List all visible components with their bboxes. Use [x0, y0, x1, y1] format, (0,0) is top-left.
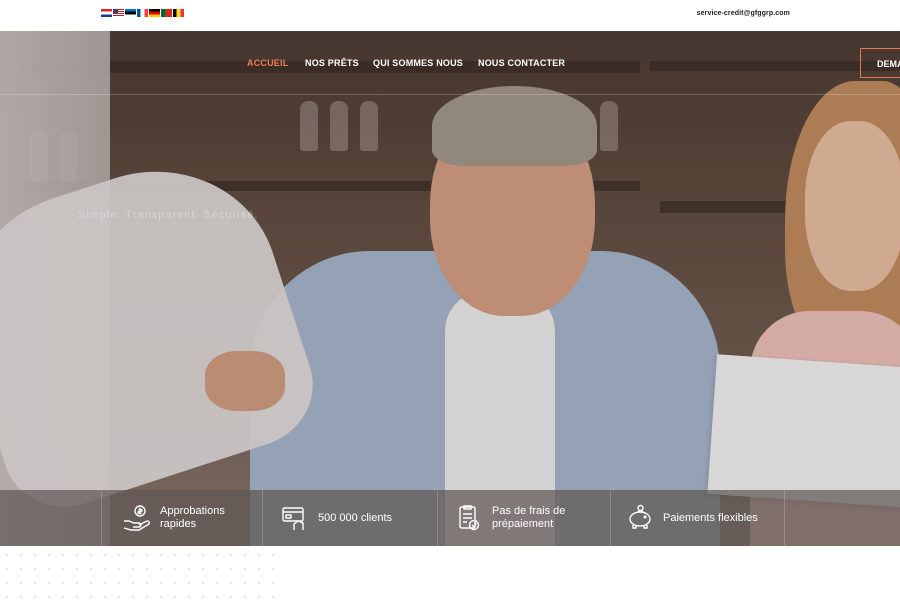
- feature-item: Pas de frais de prépaiement: [454, 490, 582, 546]
- flag-estonia-icon[interactable]: [125, 9, 136, 17]
- nav-item-qui-sommes-nous[interactable]: QUI SOMMES NOUS: [373, 58, 463, 68]
- flag-france-icon[interactable]: [137, 9, 148, 17]
- hero-overlay: [0, 31, 900, 546]
- nav-item-nous-contacter[interactable]: NOUS CONTACTER: [478, 58, 565, 68]
- feature-label: Pas de frais de prépaiement: [492, 505, 566, 530]
- feature-label: 500 000 clients: [318, 511, 392, 524]
- flag-germany-icon[interactable]: [149, 9, 160, 17]
- divider: [784, 490, 785, 546]
- flag-portugal-icon[interactable]: [161, 9, 172, 17]
- document-check-icon: [454, 504, 484, 532]
- card-payment-icon: [280, 504, 310, 532]
- top-bar: service-credit@gfggrp.com: [0, 0, 900, 31]
- request-loan-button[interactable]: DEMA: [860, 48, 900, 78]
- feature-label: Approbations rapides: [160, 505, 225, 530]
- flag-croatia-icon[interactable]: [101, 9, 112, 17]
- hero-tagline: Simple. Transparent. Sécurisé.: [78, 209, 259, 221]
- flag-belgium-icon[interactable]: [173, 9, 184, 17]
- divider: [437, 490, 438, 546]
- divider: [101, 490, 102, 546]
- dot-pattern: [0, 548, 285, 600]
- language-switcher: [101, 9, 184, 17]
- nav-item-nos-prets[interactable]: NOS PRÊTS: [305, 58, 359, 68]
- piggy-bank-icon: [625, 504, 655, 532]
- divider: [610, 490, 611, 546]
- divider: [262, 490, 263, 546]
- money-hand-icon: [122, 504, 152, 532]
- feature-item: Paiements flexibles: [625, 490, 758, 546]
- hero-section: ACCUEIL NOS PRÊTS QUI SOMMES NOUS NOUS C…: [0, 31, 900, 546]
- main-nav: ACCUEIL NOS PRÊTS QUI SOMMES NOUS NOUS C…: [0, 31, 900, 95]
- feature-item: Approbations rapides: [122, 490, 240, 546]
- feature-label: Paiements flexibles: [663, 511, 758, 524]
- contact-email-link[interactable]: service-credit@gfggrp.com: [697, 10, 790, 17]
- feature-item: 500 000 clients: [280, 490, 392, 546]
- flag-usa-icon[interactable]: [113, 9, 124, 17]
- features-bar: Approbations rapides 500 000 clients Pas…: [0, 490, 900, 546]
- nav-item-accueil[interactable]: ACCUEIL: [247, 58, 288, 68]
